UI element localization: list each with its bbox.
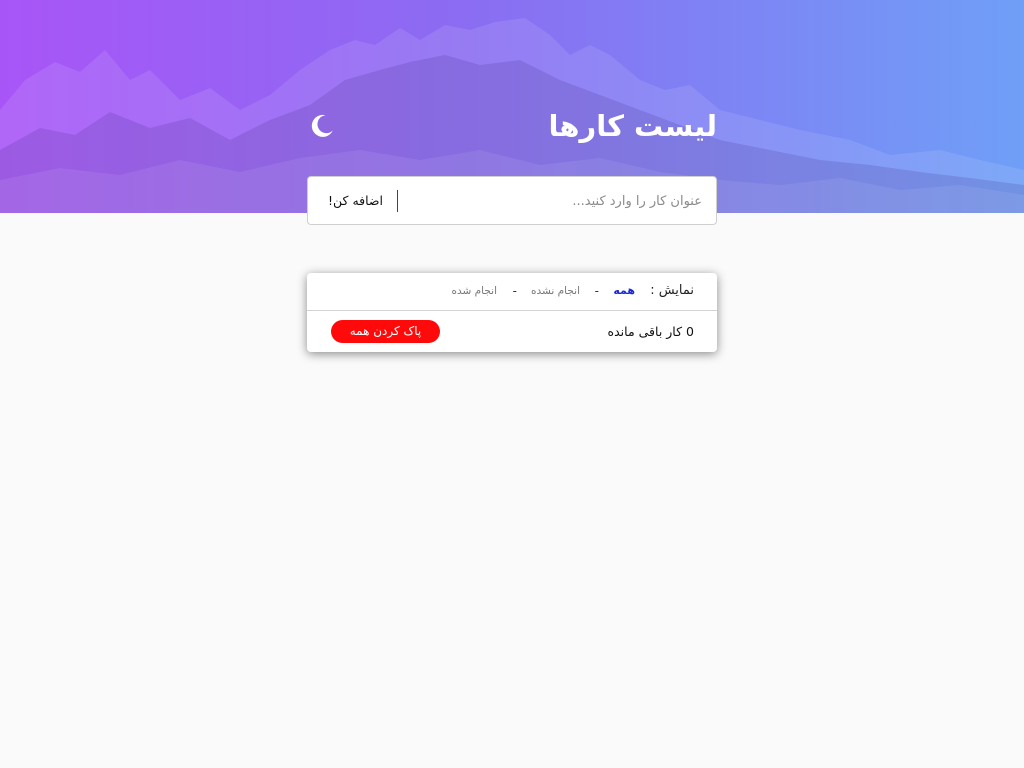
add-task-form: اضافه کن! — [307, 176, 717, 225]
filter-bar: نمایش : همه - انجام نشده - انجام شده — [307, 273, 717, 311]
header-row: لیست کارها — [307, 104, 717, 148]
add-task-button[interactable]: اضافه کن! — [322, 189, 389, 213]
filter-pending[interactable]: انجام نشده — [531, 273, 580, 309]
page-title: لیست کارها — [548, 109, 717, 143]
todo-card: نمایش : همه - انجام نشده - انجام شده 0 ک… — [307, 273, 717, 352]
remaining-count: 0 کار باقی مانده — [607, 324, 694, 339]
filter-all[interactable]: همه — [613, 273, 635, 309]
card-footer: 0 کار باقی مانده پاک کردن همه — [307, 311, 717, 352]
filter-label: نمایش : — [650, 283, 694, 298]
filter-separator: - — [594, 284, 599, 298]
form-divider — [397, 190, 398, 212]
task-title-input[interactable] — [404, 186, 704, 216]
clear-all-button[interactable]: پاک کردن همه — [331, 320, 440, 343]
filter-done[interactable]: انجام شده — [452, 273, 497, 309]
filter-separator: - — [512, 284, 517, 298]
moon-icon[interactable] — [307, 112, 335, 140]
